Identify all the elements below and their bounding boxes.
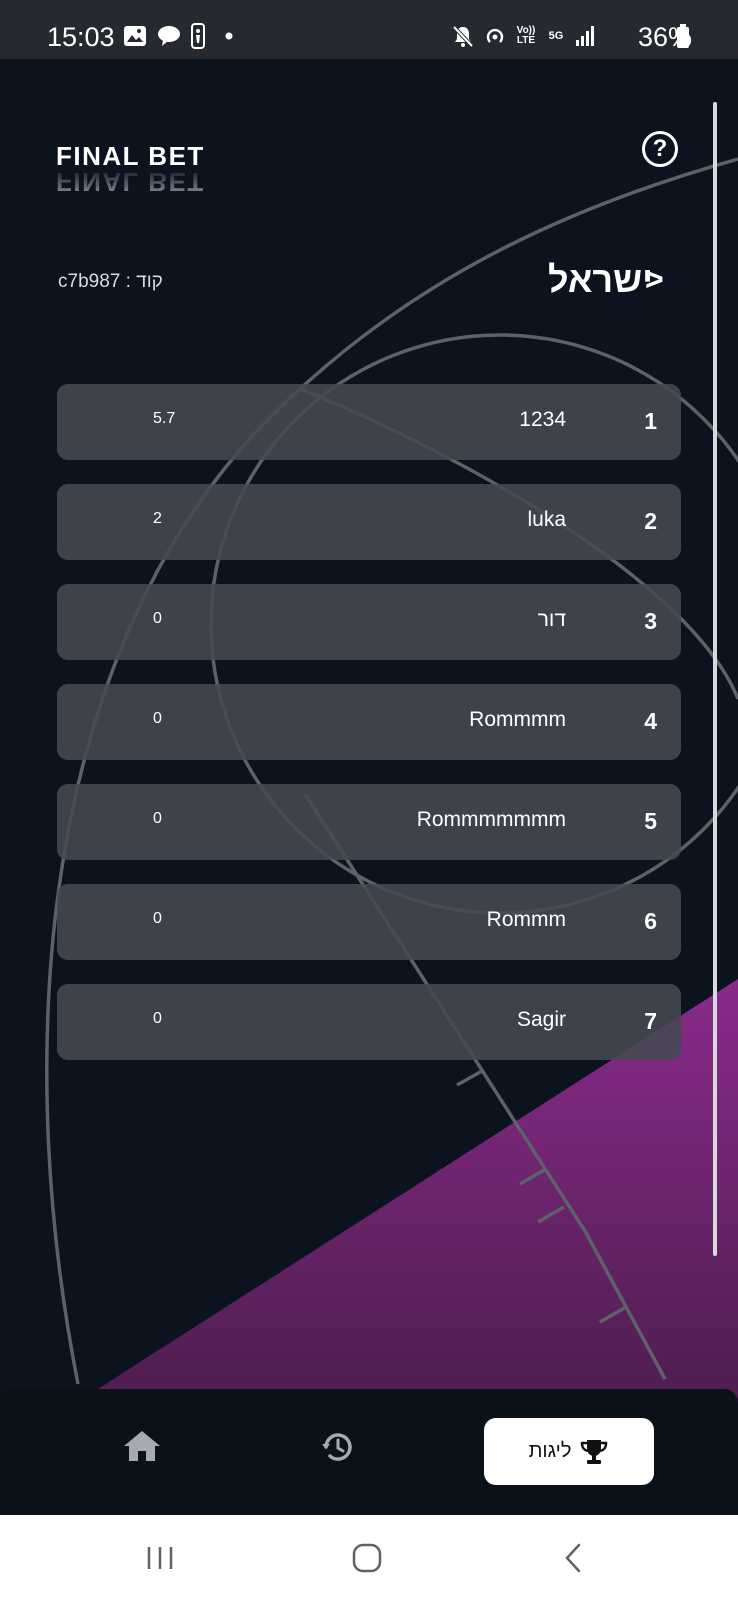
- back-button[interactable]: >: [645, 261, 664, 298]
- mute-icon: [450, 22, 476, 50]
- volte-indicator: Vo)) LTE: [516, 25, 536, 46]
- scrollbar[interactable]: [713, 102, 717, 1256]
- history-icon: [322, 1433, 352, 1461]
- nav-home-button[interactable]: [122, 1429, 162, 1463]
- back-chevron-icon: [565, 1543, 581, 1573]
- network-type-indicator: 5G: [548, 30, 564, 42]
- app-screen: FINAL BET FINAL BET ? קוד : c7b987 ישראל…: [0, 59, 738, 1515]
- gallery-icon: [122, 22, 148, 50]
- row-rank: 3: [644, 608, 657, 634]
- row-score: 0: [153, 1010, 162, 1027]
- row-score: 0: [153, 610, 162, 627]
- help-button[interactable]: ?: [642, 131, 678, 167]
- row-player-name: 1234: [519, 408, 566, 431]
- standings-row[interactable]: 1 1234 5.7: [57, 384, 681, 460]
- row-rank: 4: [644, 708, 657, 734]
- standings-row[interactable]: 2 luka 2: [57, 484, 681, 560]
- row-rank: 1: [644, 408, 657, 434]
- bottom-navigation: ליגות: [0, 1389, 738, 1515]
- row-player-name: luka: [527, 508, 566, 531]
- row-score: 2: [153, 510, 162, 527]
- row-player-name: דור: [537, 608, 566, 631]
- svg-text:FINAL BET: FINAL BET: [56, 141, 205, 171]
- home-icon: [124, 1431, 160, 1461]
- standings-row[interactable]: 3 דור 0: [57, 584, 681, 660]
- standings-row[interactable]: 5 Rommmmmmm 0: [57, 784, 681, 860]
- row-player-name: Rommmmmmm: [416, 808, 566, 831]
- svg-text:FINAL BET: FINAL BET: [56, 167, 205, 197]
- league-code: קוד : c7b987: [58, 271, 163, 292]
- battery-icon: [676, 22, 690, 50]
- final-bet-logo: FINAL BET FINAL BET: [56, 141, 205, 197]
- row-rank: 5: [644, 808, 657, 834]
- signal-icon: [574, 22, 596, 50]
- standings-list: 1 1234 5.7 2 luka 2 3 דור 0 4 Rommmm 0 5…: [57, 384, 681, 1084]
- row-player-name: Rommm: [486, 908, 566, 931]
- trophy-icon: [581, 1439, 608, 1464]
- nav-history-button[interactable]: [320, 1429, 356, 1465]
- league-title: ישראל: [547, 259, 653, 300]
- system-navigation-bar: [0, 1515, 738, 1600]
- row-score: 0: [153, 910, 162, 927]
- home-system-button[interactable]: [350, 1540, 384, 1576]
- standings-row[interactable]: 4 Rommmm 0: [57, 684, 681, 760]
- row-rank: 2: [644, 508, 657, 534]
- status-time: 15:03: [47, 22, 115, 52]
- recent-apps-icon: [147, 1547, 173, 1569]
- row-player-name: Rommmm: [469, 708, 566, 731]
- recent-apps-button[interactable]: [143, 1540, 177, 1576]
- nav-leagues-label: ליגות: [528, 1440, 572, 1462]
- status-bar: 15:03 Vo)) LTE 5G 36%: [0, 0, 738, 59]
- notification-dot-icon: [224, 22, 234, 50]
- hotspot-icon: [482, 22, 508, 50]
- row-rank: 7: [644, 1008, 657, 1034]
- home-circle-icon: [352, 1543, 382, 1573]
- help-icon: ?: [652, 135, 668, 162]
- message-icon: [156, 22, 182, 50]
- nba-icon: [189, 22, 207, 50]
- row-score: 0: [153, 710, 162, 727]
- nav-leagues-button[interactable]: ליגות: [484, 1418, 654, 1485]
- row-player-name: Sagir: [516, 1008, 566, 1031]
- row-score: 0: [153, 810, 162, 827]
- standings-row[interactable]: 6 Rommm 0: [57, 884, 681, 960]
- row-rank: 6: [644, 908, 657, 934]
- standings-row[interactable]: 7 Sagir 0: [57, 984, 681, 1060]
- row-score: 5.7: [153, 410, 176, 427]
- back-system-button[interactable]: [558, 1540, 588, 1576]
